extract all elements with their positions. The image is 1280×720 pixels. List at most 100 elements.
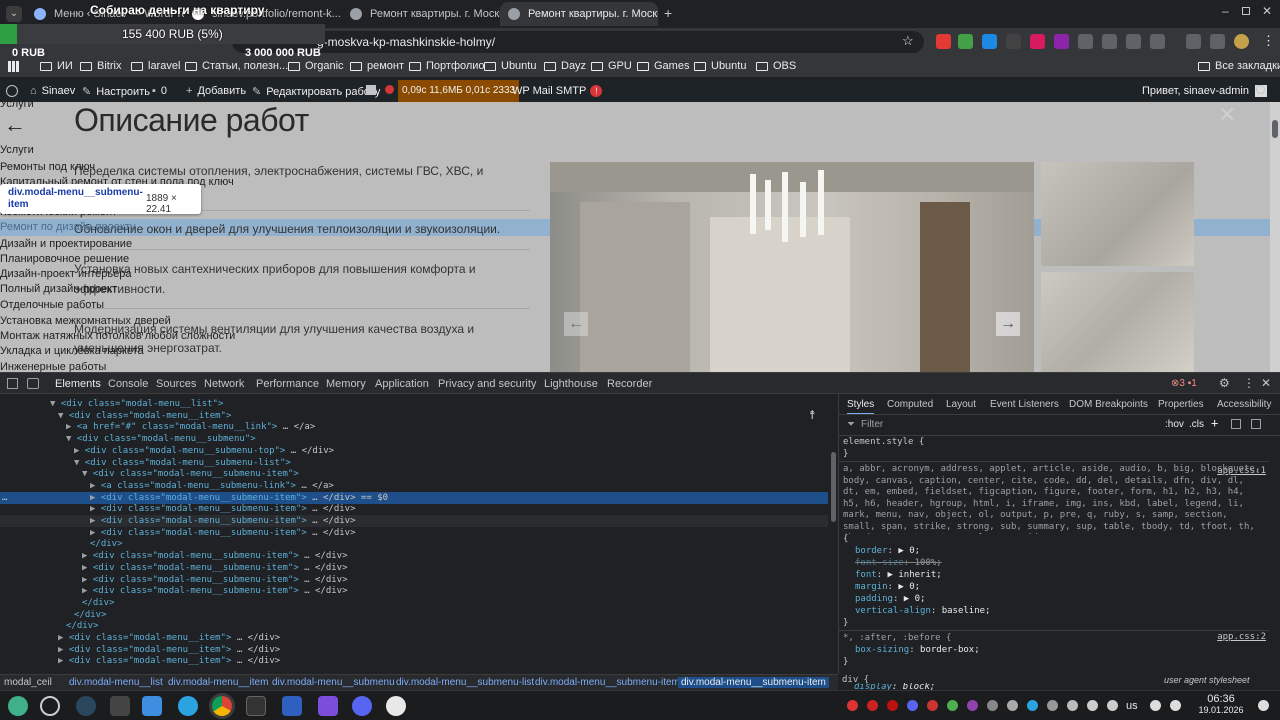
tray-chrome-icon[interactable] (947, 700, 958, 711)
back-arrow-icon[interactable]: ← (4, 112, 26, 138)
expand-toggle-icon[interactable]: ▼ (50, 399, 61, 409)
chrome-icon[interactable] (212, 696, 232, 716)
tray-discord-icon[interactable] (907, 700, 918, 711)
wordpress-logo-icon[interactable] (6, 85, 18, 97)
expand-toggle-icon[interactable]: ▶ (90, 528, 101, 538)
devtools-tab-lighthouse[interactable]: Lighthouse (544, 378, 598, 390)
new-tab-button[interactable]: + (664, 5, 672, 21)
bookmark-folder[interactable]: Портфолио (409, 60, 485, 72)
clock[interactable]: 06:36 19.01.2026 (1198, 694, 1244, 716)
extension-new-icon[interactable] (1006, 34, 1021, 49)
reading-list-icon[interactable] (1210, 34, 1225, 49)
hover-state-toggle[interactable]: :hov (1165, 419, 1184, 430)
breadcrumb-item[interactable]: div.modal-menu__list (69, 677, 163, 688)
menu-item[interactable]: Ремонт по дизайн-проекту (0, 221, 135, 233)
terminal-icon[interactable] (110, 696, 130, 716)
expand-toggle-icon[interactable]: ▶ (90, 481, 101, 491)
css-prop[interactable]: border: ▶ 0; (855, 545, 920, 557)
game-icon[interactable] (386, 696, 406, 716)
accessibility-person-icon[interactable]: ☨ (809, 408, 816, 422)
devtools-tab-network[interactable]: Network (204, 378, 244, 390)
menu-item[interactable]: Отделочные работы (0, 299, 104, 311)
bookmark-folder[interactable]: ремонт (350, 60, 404, 72)
extension-grid-icon[interactable] (1054, 34, 1069, 49)
filter-input[interactable]: ⏷ Filter (845, 417, 1161, 433)
menu-item[interactable]: Услуги (0, 102, 34, 110)
search-icon[interactable] (1256, 85, 1265, 94)
wp-edit-link[interactable]: ✎ Редактировать работу (252, 85, 380, 99)
gallery-thumb[interactable] (1041, 272, 1194, 372)
css-prop[interactable]: padding: ▶ 0; (855, 593, 925, 605)
devtools-tab-console[interactable]: Console (108, 378, 148, 390)
gallery-main-image[interactable]: ← → (550, 162, 1034, 372)
scrollbar-thumb[interactable] (1272, 120, 1278, 138)
devtools-tab-recorder[interactable]: Recorder (607, 378, 652, 390)
breadcrumb-item[interactable]: div.modal-menu__submenu-list (396, 677, 534, 688)
sidebar-toggle-icon[interactable] (1251, 419, 1261, 429)
add-rule-icon[interactable]: + (1211, 416, 1218, 430)
expand-toggle-icon[interactable]: ▼ (82, 469, 93, 479)
expand-toggle-icon[interactable]: ▶ (82, 586, 93, 596)
address-bar[interactable]: g-moskva-kp-mashkinskie-holmy/ (232, 31, 924, 53)
breadcrumb-item[interactable]: div.modal-menu__submenu-item (535, 677, 680, 688)
extension-lock-icon[interactable] (1078, 34, 1093, 49)
close-window-button[interactable]: ✕ (1262, 4, 1272, 18)
expand-toggle-icon[interactable]: ▶ (82, 551, 93, 561)
extension-picker-icon[interactable] (1126, 34, 1141, 49)
settings-gear-icon[interactable]: ⚙ (1219, 376, 1230, 390)
event-listeners-tab[interactable]: Event Listeners (990, 399, 1059, 410)
bookmark-folder[interactable]: GPU (591, 60, 632, 72)
devtools-tab-sources[interactable]: Sources (156, 378, 196, 390)
css-prop[interactable]: font: ▶ inherit; (855, 569, 942, 581)
menu-item[interactable]: Инженерные работы (0, 361, 106, 372)
tray-icon[interactable] (847, 700, 858, 711)
breadcrumb-item[interactable]: div.modal-menu__item (168, 677, 268, 688)
expand-toggle-icon[interactable]: ▶ (82, 575, 93, 585)
close-icon[interactable]: ✕ (1218, 102, 1236, 128)
avatar[interactable] (1234, 34, 1249, 49)
menu-item[interactable]: Услуги (0, 144, 34, 156)
telegram-icon[interactable] (178, 696, 198, 716)
star-icon[interactable]: ☆ (902, 33, 914, 49)
tray-icon[interactable] (867, 700, 878, 711)
steam-icon[interactable] (76, 696, 96, 716)
bookmark-folder[interactable]: Ubuntu (484, 60, 536, 72)
menu-item[interactable]: Монтаж натяжных потолков любой сложности (0, 330, 235, 342)
computed-toggle-icon[interactable] (1231, 419, 1241, 429)
device-toolbar-icon[interactable] (27, 378, 39, 389)
scrollbar-thumb[interactable] (831, 452, 836, 522)
download-icon[interactable] (1186, 34, 1201, 49)
yoast-icon[interactable] (366, 85, 376, 95)
css-prop-overridden[interactable]: font-size: 100%; (855, 557, 942, 569)
wp-mail-smtp-link[interactable]: WP Mail SMTP! (512, 85, 603, 97)
css-prop[interactable]: box-sizing: border-box; (855, 644, 980, 656)
devtools-tab-memory[interactable]: Memory (326, 378, 366, 390)
dom-breakpoints-tab[interactable]: DOM Breakpoints (1069, 399, 1148, 410)
kebab-menu-icon[interactable]: ⋮ (1262, 33, 1275, 49)
expand-toggle-icon[interactable]: ▶ (58, 656, 69, 666)
class-toggle[interactable]: .cls (1189, 419, 1204, 430)
bookmark-folder[interactable]: Ubuntu (694, 60, 746, 72)
menu-item[interactable]: Укладка и циклевка паркета (0, 345, 144, 357)
breadcrumb-item[interactable]: div.modal-menu__submenu (272, 677, 395, 688)
tray-icon[interactable] (927, 700, 938, 711)
elements-scrollbar[interactable] (830, 394, 836, 674)
bookmark-folder[interactable]: OBS (756, 60, 796, 72)
tray-steam-icon[interactable] (1007, 700, 1018, 711)
node-menu-icon[interactable]: … (2, 492, 7, 504)
expand-toggle-icon[interactable]: ▶ (90, 516, 101, 526)
tray-icon[interactable] (987, 700, 998, 711)
devtools-tab-elements[interactable]: Elements (55, 378, 101, 396)
extension-shield-icon[interactable] (958, 34, 973, 49)
extension-gear-icon[interactable] (982, 34, 997, 49)
devtools-tab-application[interactable]: Application (375, 378, 429, 390)
devtools-tab-privacy[interactable]: Privacy and security (438, 378, 536, 390)
wp-account-link[interactable]: Привет, sinaev-admin (1142, 85, 1267, 97)
expand-toggle-icon[interactable]: ▶ (66, 422, 77, 432)
styles-tab[interactable]: Styles (847, 399, 875, 415)
notifications-icon[interactable] (1258, 700, 1269, 711)
wp-customize-link[interactable]: ✎ Настроить (82, 85, 150, 99)
expand-toggle-icon[interactable]: ▶ (82, 563, 93, 573)
brightness-icon[interactable] (1150, 700, 1161, 711)
menu-item[interactable]: Планировочное решение (0, 253, 129, 265)
